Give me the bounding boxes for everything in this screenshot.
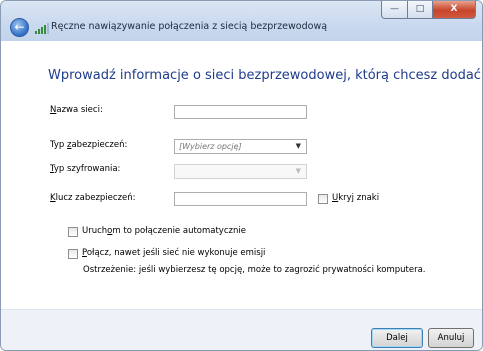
connect-hidden-label[interactable]: Połącz, nawet jeśli sieć nie wykonuje em…	[82, 248, 265, 258]
security-type-selected: [Wybierz opcję]	[179, 142, 242, 151]
security-type-dropdown[interactable]: [Wybierz opcję] ▼	[174, 139, 307, 154]
minimize-button[interactable]: —	[381, 1, 408, 19]
wizard-content: Wprowadź informacje o sieci bezprzewodow…	[1, 41, 482, 309]
security-key-label: Klucz zabezpieczeń:	[50, 193, 136, 203]
close-button[interactable]: X	[433, 1, 476, 19]
button-bar: Dalej Anuluj	[1, 309, 482, 350]
auto-connect-label-before: Uruch	[82, 226, 108, 236]
wireless-signal-icon	[35, 23, 49, 34]
hide-characters-label[interactable]: Ukryj znaki	[332, 193, 379, 203]
security-key-label-text: lucz zabezpieczeń:	[55, 193, 136, 203]
chevron-down-icon: ▼	[295, 167, 301, 175]
back-arrow-icon: ←	[14, 20, 25, 34]
title-bar: — □ X ← Ręczne nawiązywanie połączenia z…	[1, 1, 482, 41]
dialog-window: — □ X ← Ręczne nawiązywanie połączenia z…	[0, 0, 483, 351]
hide-characters-label-text: kryj znaki	[338, 193, 380, 203]
auto-connect-label[interactable]: Uruchom to połączenie automatycznie	[82, 226, 246, 236]
network-name-input[interactable]	[174, 105, 307, 119]
security-type-label: Typ zabezpieczeń:	[50, 140, 127, 150]
connect-hidden-label-text: ołącz, nawet jeśli sieć nie wykonuje emi…	[86, 248, 266, 258]
encryption-type-label: Typ szyfrowania:	[50, 164, 120, 174]
chevron-down-icon: ▼	[295, 142, 301, 150]
network-name-label-text: azwa sieci:	[56, 105, 103, 115]
connect-hidden-checkbox[interactable]	[68, 249, 78, 259]
security-type-label-after: abezpieczeń:	[71, 140, 128, 150]
page-heading: Wprowadź informacje o sieci bezprzewodow…	[48, 68, 483, 83]
encryption-type-label-text: yp szyfrowania:	[53, 164, 121, 174]
window-title: Ręczne nawiązywanie połączenia z siecią …	[51, 21, 328, 32]
hide-characters-checkbox[interactable]	[318, 194, 328, 204]
maximize-button[interactable]: □	[408, 1, 433, 19]
network-name-label: Nazwa sieci:	[50, 105, 103, 115]
auto-connect-checkbox[interactable]	[68, 227, 78, 237]
back-button[interactable]: ←	[10, 18, 29, 37]
auto-connect-label-after: m to połączenie automatycznie	[112, 226, 246, 236]
privacy-warning: Ostrzeżenie: jeśli wybierzesz tę opcję, …	[83, 265, 426, 275]
cancel-button[interactable]: Anuluj	[428, 328, 474, 348]
next-button[interactable]: Dalej	[371, 328, 423, 348]
window-controls: — □ X	[381, 1, 476, 19]
security-type-label-before: Typ	[50, 140, 67, 150]
encryption-type-dropdown[interactable]: ▼	[174, 164, 307, 179]
security-key-input[interactable]	[174, 192, 307, 206]
